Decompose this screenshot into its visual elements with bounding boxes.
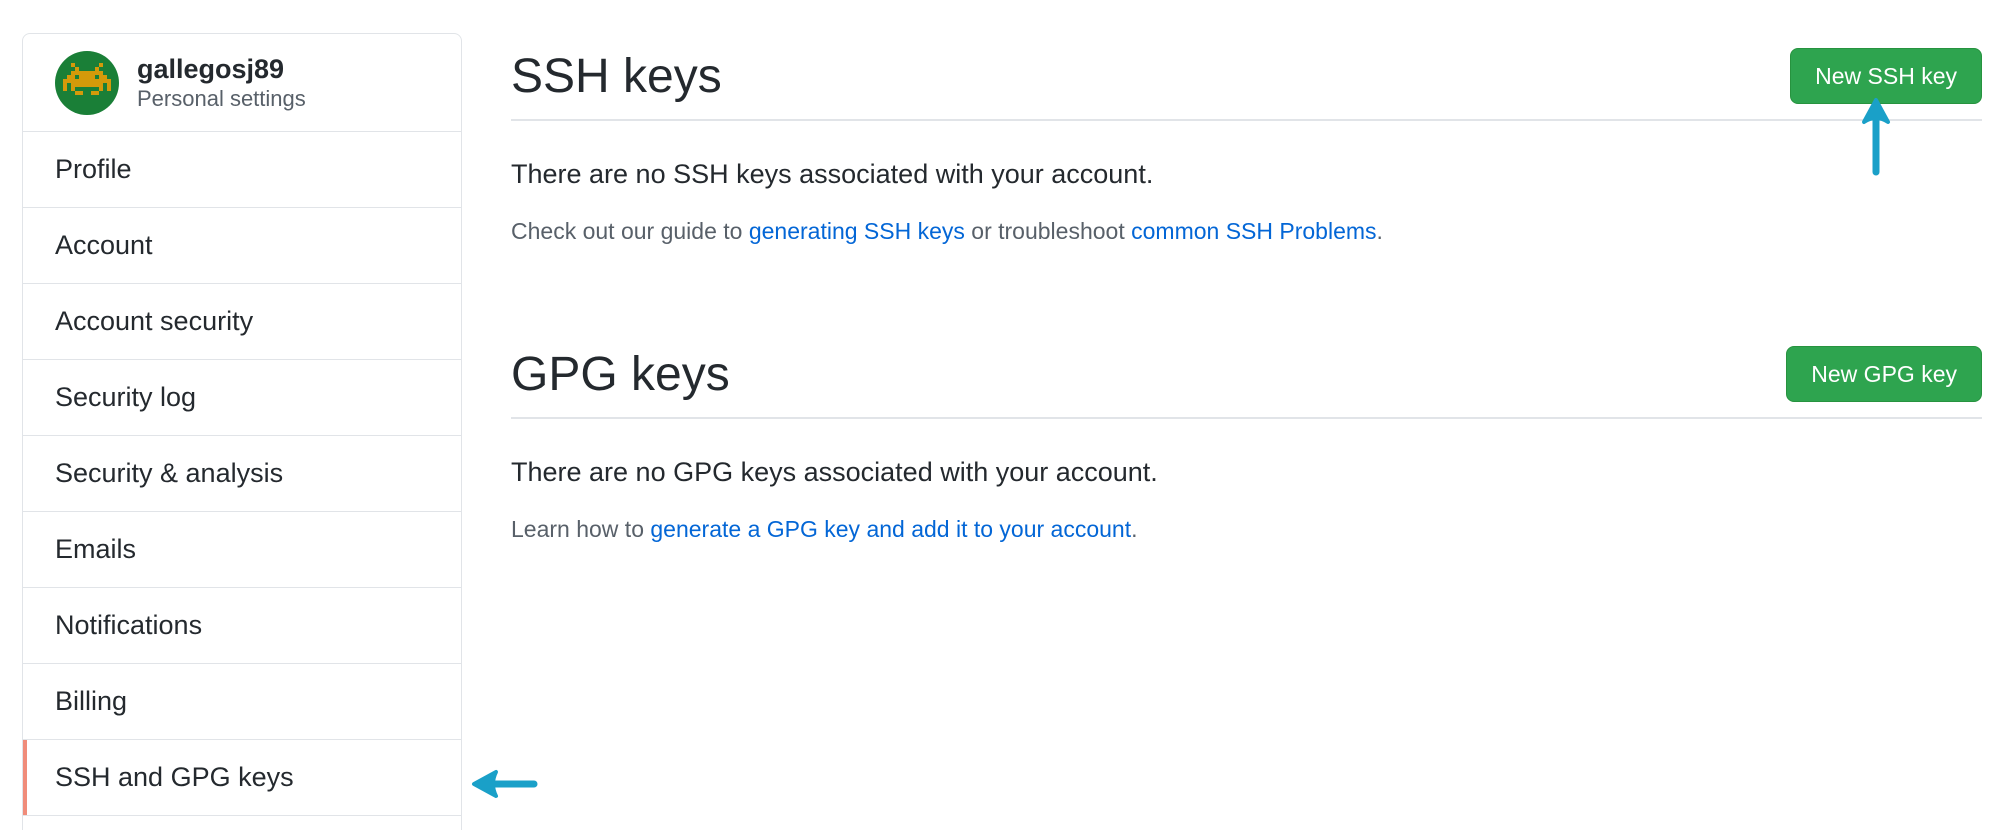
gpg-help-prefix: Learn how to: [511, 516, 651, 542]
new-gpg-key-button[interactable]: New GPG key: [1786, 346, 1982, 402]
ssh-help-suffix: .: [1376, 218, 1383, 244]
sidebar-item-label: Security & analysis: [55, 458, 284, 488]
user-block: gallegosj89 Personal settings: [137, 53, 306, 113]
sidebar-item-label: Profile: [55, 154, 132, 184]
sidebar-item-ssh-gpg-keys[interactable]: SSH and GPG keys: [23, 740, 461, 816]
sidebar-item-label: Account: [55, 230, 153, 260]
ssh-keys-title: SSH keys: [511, 49, 722, 103]
gpg-empty-message: There are no GPG keys associated with yo…: [511, 457, 1158, 487]
annotation-arrow-left-icon: [472, 770, 538, 798]
gpg-help-text: Learn how to generate a GPG key and add …: [511, 516, 1982, 543]
generating-ssh-keys-link[interactable]: generating SSH keys: [749, 218, 965, 244]
main-content: SSH keys New SSH key There are no SSH ke…: [511, 33, 1982, 543]
user-subtitle: Personal settings: [137, 85, 306, 111]
gpg-help-suffix: .: [1131, 516, 1138, 542]
sidebar-item-account[interactable]: Account: [23, 208, 461, 284]
sidebar-item-label: Account security: [55, 306, 254, 336]
generate-gpg-key-link[interactable]: generate a GPG key and add it to your ac…: [650, 516, 1131, 542]
gpg-keys-section: GPG keys New GPG key There are no GPG ke…: [511, 331, 1982, 543]
settings-page: gallegosj89 Personal settings Profile Ac…: [0, 0, 2002, 830]
settings-sidebar: gallegosj89 Personal settings Profile Ac…: [22, 33, 462, 830]
space-invader-icon: [63, 62, 111, 95]
sidebar-item-profile[interactable]: Profile: [23, 132, 461, 208]
sidebar-item-label: Billing: [55, 686, 128, 716]
gpg-keys-title: GPG keys: [511, 347, 730, 401]
ssh-help-middle: or troubleshoot: [964, 218, 1132, 244]
sidebar-item-notifications[interactable]: Notifications: [23, 588, 461, 664]
sidebar-item-label: Emails: [55, 534, 137, 564]
ssh-keys-section: SSH keys New SSH key There are no SSH ke…: [511, 33, 1982, 245]
sidebar-item-security-analysis[interactable]: Security & analysis: [23, 436, 461, 512]
sidebar-item-billing[interactable]: Billing: [23, 664, 461, 740]
gpg-keys-header: GPG keys New GPG key: [511, 331, 1982, 419]
sidebar-item-emails[interactable]: Emails: [23, 512, 461, 588]
ssh-help-text: Check out our guide to generating SSH ke…: [511, 218, 1982, 245]
sidebar-item-label: SSH and GPG keys: [55, 762, 294, 792]
sidebar-item-label: Notifications: [55, 610, 203, 640]
ssh-help-prefix: Check out our guide to: [511, 218, 749, 244]
ssh-empty-message: There are no SSH keys associated with yo…: [511, 159, 1154, 189]
common-ssh-problems-link[interactable]: common SSH Problems: [1131, 218, 1376, 244]
sidebar-item-security-log[interactable]: Security log: [23, 360, 461, 436]
sidebar-item-account-security[interactable]: Account security: [23, 284, 461, 360]
annotation-arrow-up-icon: [1862, 98, 1890, 176]
sidebar-header: gallegosj89 Personal settings: [23, 34, 461, 132]
ssh-keys-header: SSH keys New SSH key: [511, 33, 1982, 121]
avatar[interactable]: [55, 50, 119, 115]
username[interactable]: gallegosj89: [137, 53, 306, 85]
sidebar-item-label: Security log: [55, 382, 197, 412]
